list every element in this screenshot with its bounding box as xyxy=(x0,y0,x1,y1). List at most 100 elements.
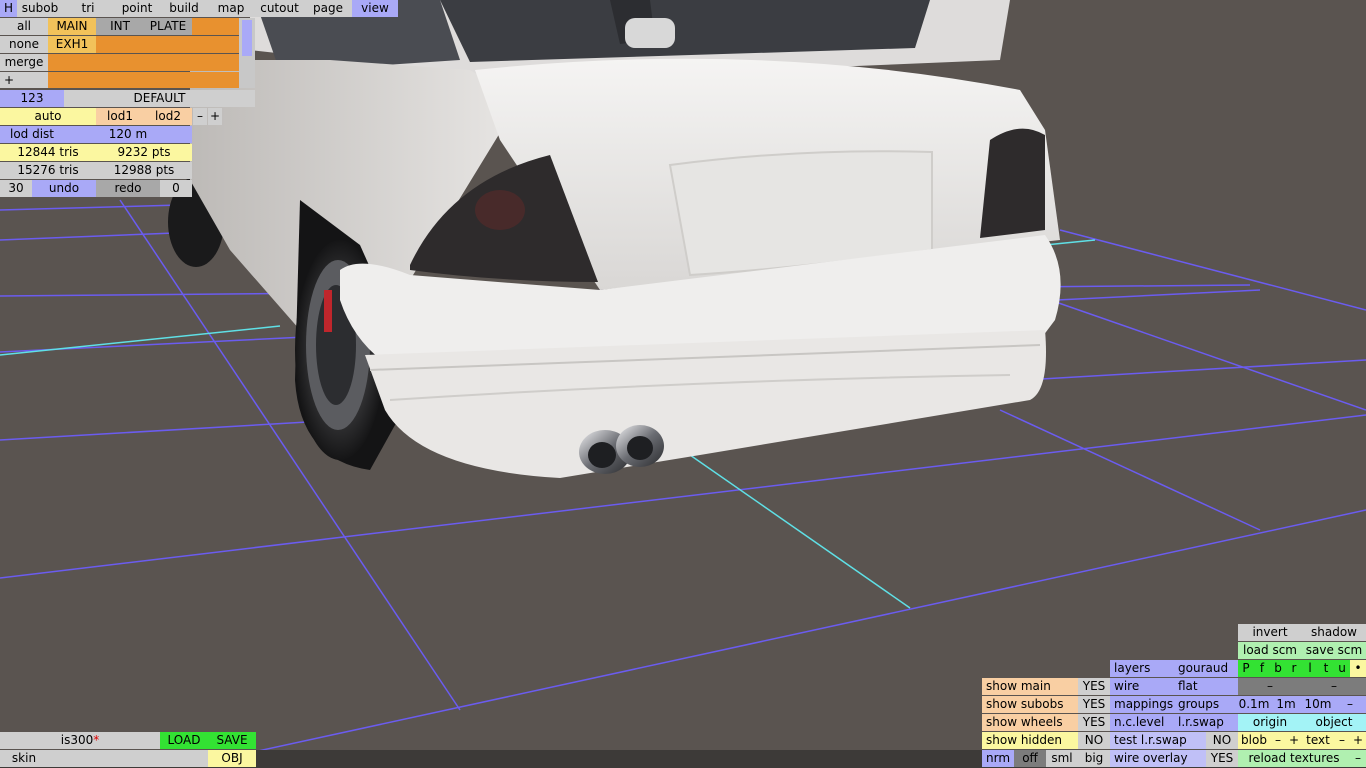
layer-slot[interactable] xyxy=(144,54,192,71)
select-none-button[interactable]: none xyxy=(0,36,48,53)
layer-exh1[interactable]: EXH1 xyxy=(48,36,96,53)
lod-plus-button[interactable]: + xyxy=(208,108,222,125)
layer-plate[interactable]: PLATE xyxy=(144,18,192,35)
grid-minus-right[interactable]: – xyxy=(1302,678,1366,695)
save-scm-button[interactable]: save scm xyxy=(1302,642,1366,659)
show-subobs-toggle[interactable]: YES xyxy=(1078,696,1110,713)
load-scm-button[interactable]: load scm xyxy=(1238,642,1302,659)
show-hidden-label: show hidden xyxy=(982,732,1078,749)
tab-map[interactable]: map xyxy=(207,0,255,17)
tab-point[interactable]: point xyxy=(113,0,161,17)
lod1-button[interactable]: lod1 xyxy=(96,108,144,125)
size-big-button[interactable]: big xyxy=(1078,750,1110,767)
save-button[interactable]: SAVE xyxy=(208,732,256,749)
grid-minus-left[interactable]: – xyxy=(1238,678,1302,695)
tab-cutout[interactable]: cutout xyxy=(255,0,304,17)
layer-slot[interactable] xyxy=(144,36,192,53)
show-main-label: show main xyxy=(982,678,1078,695)
tab-page[interactable]: page xyxy=(304,0,352,17)
tab-tri[interactable]: tri xyxy=(63,0,113,17)
blob-minus-button[interactable]: – xyxy=(1270,732,1286,749)
layer-slot[interactable] xyxy=(192,72,239,88)
test-l-r-swap-label: test l.r.swap xyxy=(1110,732,1206,749)
filename-field[interactable]: is300* xyxy=(0,732,160,749)
test-l-r-swap-toggle[interactable]: NO xyxy=(1206,732,1238,749)
show-main-toggle[interactable]: YES xyxy=(1078,678,1110,695)
view-top-button[interactable]: t xyxy=(1318,660,1334,677)
origin-button[interactable]: origin xyxy=(1238,714,1302,731)
obj-button[interactable]: OBJ xyxy=(208,750,256,767)
lod-dist-value[interactable]: 120 m xyxy=(64,126,192,143)
text-plus-button[interactable]: + xyxy=(1350,732,1366,749)
layer-slot[interactable] xyxy=(96,36,144,53)
point-count: 9232 pts xyxy=(96,144,192,161)
reload-minus-button[interactable]: – xyxy=(1350,750,1366,767)
view-under-button[interactable]: u xyxy=(1334,660,1350,677)
grid-minus-button[interactable]: – xyxy=(1334,696,1366,713)
grid-0.1m-button[interactable]: 0.1m xyxy=(1238,696,1270,713)
flat-button[interactable]: flat xyxy=(1174,678,1238,695)
layer-slot[interactable] xyxy=(96,72,144,88)
h-button[interactable]: H xyxy=(0,0,17,17)
undo-button[interactable]: undo xyxy=(32,180,96,197)
lod2-button[interactable]: lod2 xyxy=(144,108,192,125)
layer-slot[interactable] xyxy=(192,54,239,71)
tab-subob[interactable]: subob xyxy=(17,0,63,17)
size-sml-button[interactable]: sml xyxy=(1046,750,1078,767)
text-minus-button[interactable]: – xyxy=(1334,732,1350,749)
skin-field[interactable] xyxy=(48,750,208,767)
l-r-swap-button[interactable]: l.r.swap xyxy=(1174,714,1238,731)
layer-slot[interactable] xyxy=(144,72,192,88)
view-persp-button[interactable]: P xyxy=(1238,660,1254,677)
lod-auto-button[interactable]: auto xyxy=(0,108,96,125)
layer-scrollbar[interactable] xyxy=(239,18,255,88)
layer-main[interactable]: MAIN xyxy=(48,18,96,35)
view-front-button[interactable]: f xyxy=(1254,660,1270,677)
layer-int[interactable]: INT xyxy=(96,18,144,35)
n-c-level-button[interactable]: n.c.level xyxy=(1110,714,1174,731)
groups-button[interactable]: groups xyxy=(1174,696,1238,713)
wire-button[interactable]: wire xyxy=(1110,678,1174,695)
redo-button[interactable]: redo xyxy=(96,180,160,197)
filename-text: is300 xyxy=(60,733,94,747)
grid-1m-button[interactable]: 1m xyxy=(1270,696,1302,713)
lod-name[interactable]: DEFAULT xyxy=(64,90,255,107)
size-nrm-button[interactable]: nrm xyxy=(982,750,1014,767)
load-button[interactable]: LOAD xyxy=(160,732,208,749)
layers-button[interactable]: layers xyxy=(1110,660,1174,677)
grid-10m-button[interactable]: 10m xyxy=(1302,696,1334,713)
shadow-button[interactable]: shadow xyxy=(1302,624,1366,641)
tab-build[interactable]: build xyxy=(161,0,207,17)
layer-slot[interactable] xyxy=(192,36,239,53)
layer-slot[interactable] xyxy=(192,18,239,35)
reload-textures-button[interactable]: reload textures xyxy=(1238,750,1350,767)
layer-slot[interactable] xyxy=(48,54,96,71)
view-dot-button[interactable]: • xyxy=(1350,660,1366,677)
invert-button[interactable]: invert xyxy=(1238,624,1302,641)
add-layer-button[interactable]: + xyxy=(0,72,48,88)
select-all-button[interactable]: all xyxy=(0,18,48,35)
object-button[interactable]: object xyxy=(1302,714,1366,731)
total-triangle-count: 15276 tris xyxy=(0,162,96,179)
lod-minus-button[interactable]: – xyxy=(193,108,207,125)
view-right-button[interactable]: r xyxy=(1286,660,1302,677)
blob-button[interactable]: blob xyxy=(1238,732,1270,749)
view-back-button[interactable]: b xyxy=(1270,660,1286,677)
tab-view[interactable]: view xyxy=(352,0,398,17)
gouraud-button[interactable]: gouraud xyxy=(1174,660,1238,677)
wire-overlay-toggle[interactable]: YES xyxy=(1206,750,1238,767)
modified-mark: * xyxy=(93,733,100,747)
show-hidden-toggle[interactable]: NO xyxy=(1078,732,1110,749)
layer-slot[interactable] xyxy=(96,54,144,71)
text-button[interactable]: text xyxy=(1302,732,1334,749)
show-wheels-toggle[interactable]: YES xyxy=(1078,714,1110,731)
scrollbar-thumb[interactable] xyxy=(242,20,252,56)
size-off-button[interactable]: off xyxy=(1014,750,1046,767)
lod-number[interactable]: 123 xyxy=(0,90,64,107)
merge-button[interactable]: merge xyxy=(0,54,48,71)
undo-count: 30 xyxy=(0,180,32,197)
mappings-button[interactable]: mappings xyxy=(1110,696,1174,713)
layer-slot[interactable] xyxy=(48,72,96,88)
view-left-button[interactable]: l xyxy=(1302,660,1318,677)
blob-plus-button[interactable]: + xyxy=(1286,732,1302,749)
